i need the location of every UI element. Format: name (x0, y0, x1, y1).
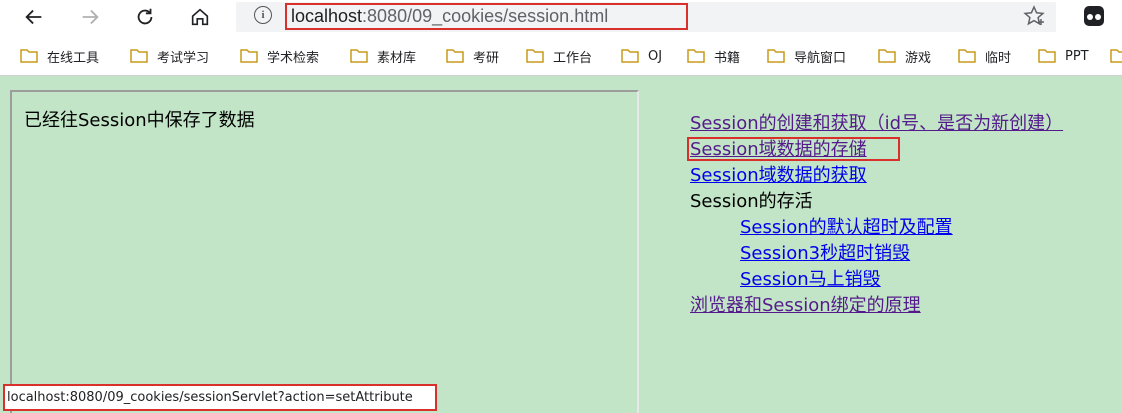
bookmark-label: 工作台 (553, 50, 593, 66)
folder-icon (958, 49, 976, 63)
folder-icon (446, 49, 464, 63)
bookmark-folder[interactable]: 书籍 (687, 46, 740, 66)
favorite-star-icon[interactable] (1022, 4, 1046, 28)
back-arrow-icon (25, 9, 42, 25)
refresh-button[interactable] (129, 2, 161, 32)
link-session-get[interactable]: Session域数据的获取 (690, 164, 867, 188)
folder-icon (240, 49, 258, 63)
folder-icon (1038, 49, 1056, 63)
link-session-timeout-3s[interactable]: Session3秒超时销毁 (740, 242, 910, 266)
folder-icon (350, 49, 368, 63)
bookmarks-bar: 在线工具 考试学习 学术检索 素材库 考研 工作台 OJ 书籍 导航窗口 游戏 … (0, 36, 1122, 76)
bookmark-label: 考研 (473, 50, 500, 66)
folder-icon (687, 49, 705, 63)
bookmark-folder[interactable]: PPT (1038, 46, 1089, 66)
bookmark-folder[interactable]: 学术检索 (240, 46, 319, 66)
forward-button[interactable] (74, 2, 106, 32)
bookmark-folder[interactable]: OJ (621, 46, 662, 66)
bookmark-label: 学术检索 (267, 50, 320, 66)
bookmark-label: 书籍 (714, 50, 741, 66)
bookmark-label: 考试学习 (157, 50, 210, 66)
folder-icon (526, 49, 544, 63)
bookmark-folder[interactable]: 考研 (446, 46, 499, 66)
refresh-icon (137, 8, 153, 25)
link-session-create[interactable]: Session的创建和获取（id号、是否为新创建） (690, 112, 1063, 136)
forward-arrow-icon (82, 9, 99, 25)
link-session-binding[interactable]: 浏览器和Session绑定的原理 (690, 294, 921, 318)
folder-icon (621, 49, 639, 63)
bookmark-label: 在线工具 (47, 50, 100, 66)
browser-toolbar: i localhost:8080/09_cookies/session.html (0, 0, 1122, 36)
bookmark-label: 素材库 (377, 50, 417, 66)
link-session-default-timeout[interactable]: Session的默认超时及配置 (740, 216, 953, 240)
bookmark-label: PPT (1065, 48, 1089, 64)
status-bar-url: localhost:8080/09_cookies/sessionServlet… (3, 384, 437, 411)
bookmark-folder[interactable]: 临时 (958, 46, 1011, 66)
bookmark-folder-partial[interactable] (1110, 46, 1122, 66)
folder-icon (767, 49, 785, 63)
bookmark-folder[interactable]: 游戏 (878, 46, 931, 66)
bookmark-label: OJ (648, 48, 663, 64)
content-frame: 已经往Session中保存了数据 (10, 90, 639, 413)
folder-icon (1110, 49, 1122, 63)
home-icon (191, 8, 209, 26)
store-link-highlight-box (687, 137, 900, 161)
bookmark-folder[interactable]: 导航窗口 (767, 46, 846, 66)
frame-message: 已经往Session中保存了数据 (24, 110, 255, 131)
folder-icon (878, 49, 896, 63)
folder-icon (130, 49, 148, 63)
bookmark-folder[interactable]: 在线工具 (20, 46, 99, 66)
bookmark-folder[interactable]: 考试学习 (130, 46, 209, 66)
bookmark-folder[interactable]: 工作台 (526, 46, 592, 66)
home-button[interactable] (184, 2, 216, 32)
back-button[interactable] (18, 2, 50, 32)
bookmark-folder[interactable]: 素材库 (350, 46, 416, 66)
bookmark-label: 导航窗口 (794, 50, 847, 66)
bookmark-label: 游戏 (905, 50, 932, 66)
folder-icon (20, 49, 38, 63)
link-session-invalidate[interactable]: Session马上销毁 (740, 268, 881, 292)
url-text[interactable]: localhost:8080/09_cookies/session.html (291, 5, 608, 27)
bookmark-label: 临时 (985, 50, 1012, 66)
section-session-lifetime: Session的存活 (690, 191, 813, 212)
url-path: :8080/09_cookies/session.html (362, 6, 609, 26)
extension-icon[interactable] (1084, 6, 1104, 26)
info-icon[interactable]: i (254, 6, 272, 24)
url-host: localhost (291, 6, 363, 26)
